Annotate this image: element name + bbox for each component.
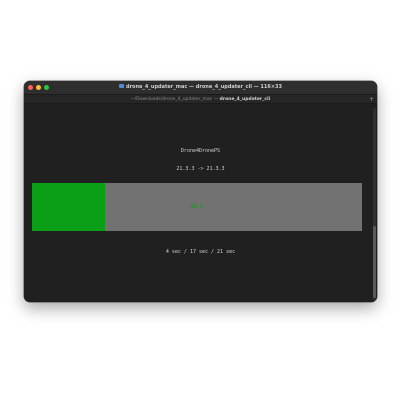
new-tab-button[interactable]: + <box>368 96 375 103</box>
window-title: drone_4_updater_mac — drone_4_updater_cl… <box>24 81 377 94</box>
tab-bar: ~/Downloads/drone_4_updater_mac — drone_… <box>24 94 377 104</box>
folder-icon <box>119 84 124 88</box>
version-line: 21.3.3 -> 21.3.3 <box>176 166 225 172</box>
window-title-text: drone_4_updater_mac — drone_4_updater_cl… <box>126 84 282 90</box>
terminal-content[interactable]: Drone4DronePS 21.3.3 -> 21.3.3 22 % 4 se… <box>24 104 377 302</box>
desktop: drone_4_updater_mac — drone_4_updater_cl… <box>0 0 400 400</box>
tab-path: ~/Downloads/drone_4_updater_mac — <box>130 97 220 102</box>
scrollbar[interactable] <box>373 108 376 300</box>
scrollbar-thumb[interactable] <box>373 226 376 298</box>
tab-current-process: drone_4_updater_cli <box>219 97 271 102</box>
progress-bar: 22 % <box>32 183 362 231</box>
progress-label: 22 % <box>190 204 204 210</box>
timing-line: 4 sec / 17 sec / 21 sec <box>165 249 236 255</box>
app-name-line: Drone4DronePS <box>180 148 221 154</box>
terminal-window: drone_4_updater_mac — drone_4_updater_cl… <box>24 81 377 302</box>
tab-active[interactable]: ~/Downloads/drone_4_updater_mac — drone_… <box>24 95 377 104</box>
title-bar[interactable]: drone_4_updater_mac — drone_4_updater_cl… <box>24 81 377 94</box>
